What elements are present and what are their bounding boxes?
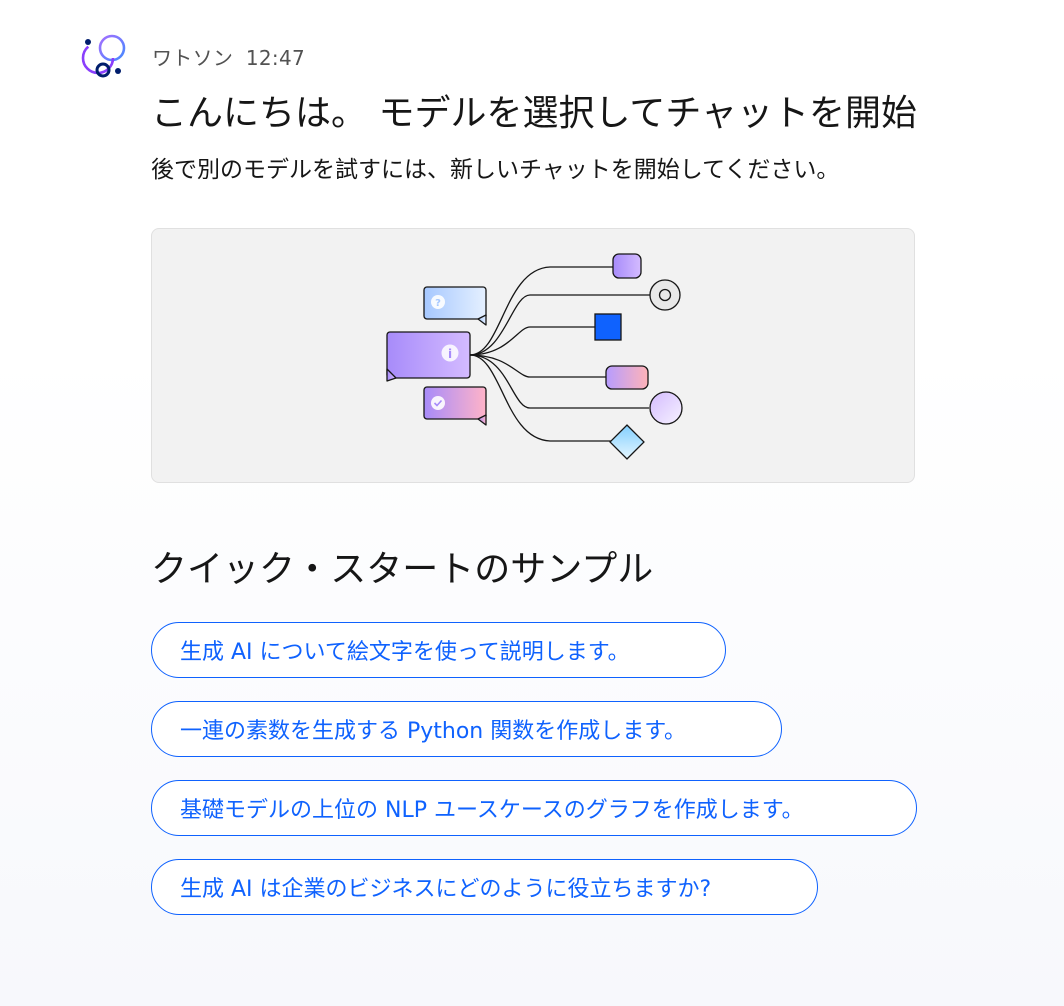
diamond-icon (609, 424, 645, 460)
pill-tag-icon (605, 365, 649, 390)
quick-start-heading: クイック・スタートのサンプル (151, 549, 654, 590)
message-time: 12:47 (245, 46, 306, 70)
sender-name: ワトソン (152, 46, 234, 70)
sample-prompt-button[interactable]: 生成 AI は企業のビジネスにどのように役立ちますか? (151, 859, 818, 915)
svg-text:?: ? (435, 298, 441, 309)
greeting-subtext: 後で別のモデルを試すには、新しいチャットを開始してください。 (151, 157, 840, 183)
question-bubble-icon: ? (423, 286, 487, 326)
check-bubble-icon (423, 386, 487, 426)
target-circle-icon (649, 279, 681, 311)
purple-tag-icon (612, 253, 642, 279)
watson-avatar-icon (78, 30, 130, 82)
lavender-circle-icon (649, 391, 683, 425)
sample-prompt-button[interactable]: 生成 AI について絵文字を使って説明します。 (151, 622, 726, 678)
message-meta: ワトソン 12:47 (152, 42, 305, 71)
svg-text:i: i (448, 347, 452, 361)
blue-square-icon (594, 313, 622, 341)
illustration-graphic: ? i (386, 253, 683, 460)
model-routing-illustration: ? i (151, 228, 915, 483)
greeting-title: こんにちは。 モデルを選択してチャットを開始 (151, 93, 918, 134)
info-bubble-icon: i (386, 331, 471, 382)
sample-prompt-button[interactable]: 一連の素数を生成する Python 関数を作成します。 (151, 701, 782, 757)
sample-prompt-button[interactable]: 基礎モデルの上位の NLP ユースケースのグラフを作成します。 (151, 780, 917, 836)
